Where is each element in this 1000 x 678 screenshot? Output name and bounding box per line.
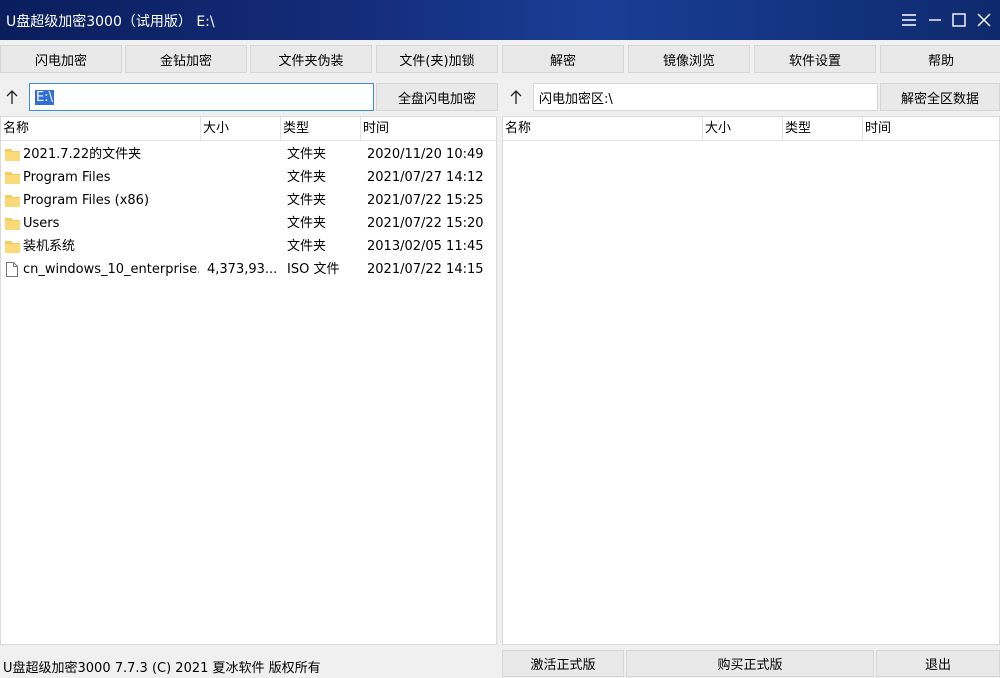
title-bar: U盘超级加密3000（试用版） E:\ xyxy=(0,0,1000,40)
column-time[interactable]: 时间 xyxy=(361,117,496,141)
file-type: 文件夹 xyxy=(287,239,327,254)
column-size[interactable]: 大小 xyxy=(201,117,281,141)
file-name: 2021.7.22的文件夹 xyxy=(23,147,142,162)
window-title: U盘超级加密3000（试用版） E:\ xyxy=(6,14,215,30)
table-row[interactable]: Users 文件夹 2021/07/22 15:20 xyxy=(1,212,496,235)
left-up-arrow-icon[interactable] xyxy=(0,83,24,111)
file-name: cn_windows_10_enterprise... xyxy=(23,262,199,277)
image-browse-button[interactable]: 镜像浏览 xyxy=(628,45,750,73)
full-disk-encrypt-button[interactable]: 全盘闪电加密 xyxy=(376,83,498,111)
file-name: Users xyxy=(23,216,60,231)
right-path-value: 闪电加密区:\ xyxy=(539,91,613,107)
file-name: Program Files xyxy=(23,170,111,185)
file-type: ISO 文件 xyxy=(287,262,340,277)
folder-icon xyxy=(5,171,20,188)
folder-icon xyxy=(5,194,20,211)
folder-disguise-button[interactable]: 文件夹伪装 xyxy=(250,45,372,73)
diamond-encrypt-button[interactable]: 金钻加密 xyxy=(125,45,247,73)
table-row[interactable]: Program Files 文件夹 2021/07/27 14:12 xyxy=(1,166,496,189)
file-time: 2013/02/05 11:45 xyxy=(367,239,484,254)
folder-icon xyxy=(5,217,20,234)
file-type: 文件夹 xyxy=(287,147,327,162)
file-icon xyxy=(6,262,18,281)
folder-icon xyxy=(5,240,20,257)
decrypt-button[interactable]: 解密 xyxy=(502,45,624,73)
column-size[interactable]: 大小 xyxy=(703,117,783,141)
activate-button[interactable]: 激活正式版 xyxy=(502,650,624,677)
folder-icon xyxy=(5,148,20,165)
left-file-list[interactable]: 名称 大小 类型 时间 2021.7.22的文件夹 文件夹 2020/11/20… xyxy=(0,116,497,645)
maximize-icon[interactable] xyxy=(948,9,970,31)
lightning-encrypt-button[interactable]: 闪电加密 xyxy=(0,45,122,73)
menu-icon[interactable] xyxy=(898,9,920,31)
file-size xyxy=(207,235,277,258)
table-row[interactable]: cn_windows_10_enterprise... 4,373,93... … xyxy=(1,258,496,281)
file-time: 2021/07/22 15:25 xyxy=(367,193,484,208)
file-time: 2020/11/20 10:49 xyxy=(367,147,484,162)
file-size xyxy=(207,212,277,235)
file-time: 2021/07/27 14:12 xyxy=(367,170,484,185)
close-icon[interactable] xyxy=(973,9,995,31)
table-row[interactable]: 2021.7.22的文件夹 文件夹 2020/11/20 10:49 xyxy=(1,143,496,166)
column-name[interactable]: 名称 xyxy=(503,117,703,141)
left-path-input[interactable]: E:\ xyxy=(29,83,374,111)
table-row[interactable]: Program Files (x86) 文件夹 2021/07/22 15:25 xyxy=(1,189,496,212)
file-size xyxy=(207,166,277,189)
column-type[interactable]: 类型 xyxy=(281,117,361,141)
decrypt-all-button[interactable]: 解密全区数据 xyxy=(880,83,1000,111)
file-type: 文件夹 xyxy=(287,170,327,185)
minimize-icon[interactable] xyxy=(924,9,946,31)
file-time: 2021/07/22 15:20 xyxy=(367,216,484,231)
file-name: 装机系统 xyxy=(23,239,76,254)
right-up-arrow-icon[interactable] xyxy=(504,83,528,111)
column-type[interactable]: 类型 xyxy=(783,117,863,141)
file-size: 4,373,93... xyxy=(207,262,277,277)
column-time[interactable]: 时间 xyxy=(863,117,999,141)
help-button[interactable]: 帮助 xyxy=(880,45,1000,73)
file-type: 文件夹 xyxy=(287,216,327,231)
file-name: Program Files (x86) xyxy=(23,193,150,208)
buy-button[interactable]: 购买正式版 xyxy=(626,650,874,677)
file-type: 文件夹 xyxy=(287,193,327,208)
file-size xyxy=(207,189,277,212)
file-size xyxy=(207,143,277,166)
status-text: U盘超级加密3000 7.7.3 (C) 2021 夏冰软件 版权所有 xyxy=(3,661,321,676)
file-lock-button[interactable]: 文件(夹)加锁 xyxy=(376,45,498,73)
settings-button[interactable]: 软件设置 xyxy=(754,45,876,73)
file-time: 2021/07/22 14:15 xyxy=(367,262,484,277)
left-path-value: E:\ xyxy=(35,89,54,105)
right-file-list[interactable]: 名称 大小 类型 时间 xyxy=(502,116,1000,645)
column-name[interactable]: 名称 xyxy=(1,117,201,141)
table-row[interactable]: 装机系统 文件夹 2013/02/05 11:45 xyxy=(1,235,496,258)
exit-button[interactable]: 退出 xyxy=(876,650,1000,677)
right-path-input[interactable]: 闪电加密区:\ xyxy=(533,83,878,111)
